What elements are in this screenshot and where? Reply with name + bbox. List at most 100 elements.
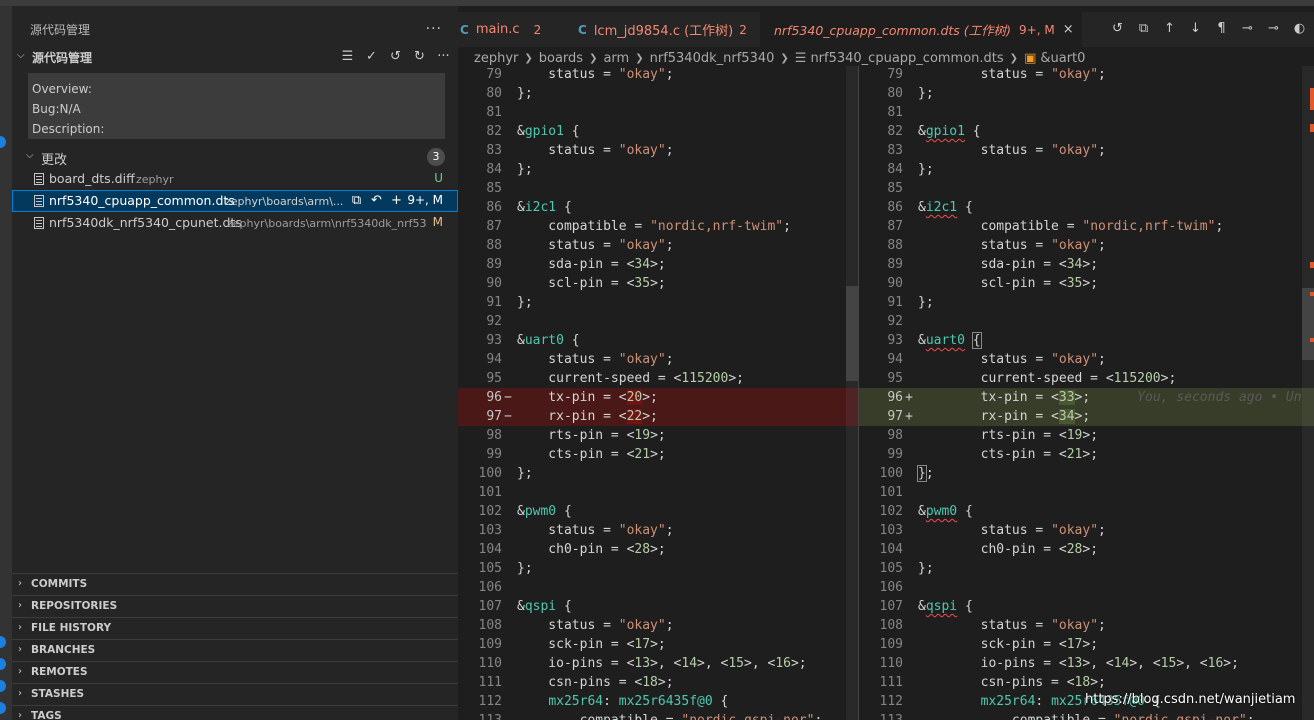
deleted-line[interactable]: 97− rx-pin = <22>; [458, 407, 858, 426]
chevron-right-icon[interactable]: › [18, 688, 22, 699]
added-line[interactable]: 97 + rx-pin = <34>; [859, 407, 1314, 426]
code-line[interactable]: 102 &pwm0 { [458, 502, 858, 521]
panel-remotes[interactable]: › REMOTES [12, 661, 458, 683]
code-line[interactable]: 89 sda-pin = <34>; [859, 255, 1314, 274]
code-line[interactable]: 100}; [458, 464, 858, 483]
code-line[interactable]: 91}; [859, 293, 1314, 312]
diff-modified-pane[interactable]: 79 status = "okay"; 80}; 81 82 &gpio1 {83 st… [859, 66, 1314, 720]
code-line[interactable]: 111 csn-pins = <18>; [458, 673, 858, 692]
changed-file-item[interactable]: board_dts.diff zephyr U [12, 168, 458, 190]
code-line[interactable]: 82 &gpio1 { [859, 122, 1314, 141]
code-line[interactable]: 88 status = "okay"; [458, 236, 858, 255]
code-line[interactable]: 99 cts-pin = <21>; [859, 445, 1314, 464]
pilcrow-icon[interactable]: ¶ [1213, 21, 1230, 36]
code-line[interactable]: 99 cts-pin = <21>; [458, 445, 858, 464]
git-commit-icon[interactable]: ⊸ [1265, 21, 1282, 36]
chevron-right-icon[interactable]: › [18, 666, 22, 677]
code-line[interactable]: 109 sck-pin = <17>; [458, 635, 858, 654]
code-line[interactable]: 103 status = "okay"; [859, 521, 1314, 540]
chevron-right-icon[interactable]: › [18, 710, 22, 720]
git-commit-icon[interactable]: ⊸ [1239, 21, 1256, 36]
code-line[interactable]: 113 compatible = "nordic,qspi-nor"; [859, 711, 1314, 720]
arrow-down-icon[interactable]: ↓ [1187, 21, 1204, 36]
code-line[interactable]: 106 [859, 578, 1314, 597]
code-line[interactable]: 104 ch0-pin = <28>; [859, 540, 1314, 559]
chevron-right-icon[interactable]: › [18, 644, 22, 655]
code-line[interactable]: 92 [859, 312, 1314, 331]
code-line[interactable]: 81 [859, 103, 1314, 122]
code-line[interactable]: 86 &i2c1 { [859, 198, 1314, 217]
history-icon[interactable]: ↺ [387, 48, 404, 65]
code-line[interactable]: 110 io-pins = <13>, <14>, <15>, <16>; [859, 654, 1314, 673]
panel-file-history[interactable]: › FILE HISTORY [12, 617, 458, 639]
refresh-icon[interactable]: ↻ [411, 48, 428, 65]
code-line[interactable]: 86 &i2c1 { [458, 198, 858, 217]
changed-file-item[interactable]: nrf5340dk_nrf5340_cpunet.dts zephyr\boar… [12, 212, 458, 234]
code-line[interactable]: 83 status = "okay"; [458, 141, 858, 160]
open-file-icon[interactable]: ⧉ [349, 193, 364, 208]
deleted-line[interactable]: 96− tx-pin = <20>; [458, 388, 858, 407]
code-line[interactable]: 94 status = "okay"; [859, 350, 1314, 369]
code-line[interactable]: 87 compatible = "nordic,nrf-twim"; [859, 217, 1314, 236]
breadcrumb-item[interactable]: &uart0 [1040, 51, 1085, 66]
commit-message-input[interactable]: Overview: Bug:N/A Description: [28, 73, 445, 139]
code-line[interactable]: 109 sck-pin = <17>; [859, 635, 1314, 654]
code-line[interactable]: 100}; [859, 464, 1314, 483]
chevron-down-icon[interactable]: ⌵ [17, 50, 25, 61]
code-line[interactable]: 95 current-speed = <115200>; [859, 369, 1314, 388]
panel-tags[interactable]: › TAGS [12, 705, 458, 720]
scrollbar-thumb[interactable] [1302, 288, 1314, 360]
source-control-section-header[interactable]: ⌵ 源代码管理 ☰ ✓ ↺ ↻ ··· [12, 46, 458, 68]
code-line[interactable]: 90 scl-pin = <35>; [859, 274, 1314, 293]
arrow-up-icon[interactable]: ↑ [1161, 21, 1178, 36]
discard-changes-icon[interactable]: ↶ [369, 193, 384, 208]
code-line[interactable]: 88 status = "okay"; [859, 236, 1314, 255]
close-icon[interactable]: × [1063, 22, 1074, 37]
diff-original-pane[interactable]: 79 status = "okay"; 80}; 81 82 &gpio1 {83 st… [458, 66, 858, 720]
code-line[interactable]: 111 csn-pins = <18>; [859, 673, 1314, 692]
stage-changes-icon[interactable]: + [389, 193, 404, 208]
more-actions-icon[interactable]: ··· [435, 48, 452, 65]
code-line[interactable]: 80}; [458, 84, 858, 103]
code-line[interactable]: 85 [859, 179, 1314, 198]
view-as-tree-icon[interactable]: ☰ [339, 48, 356, 65]
code-line[interactable]: 84}; [859, 160, 1314, 179]
git-compare-icon[interactable]: ◐ [1291, 21, 1308, 36]
panel-commits[interactable]: › COMMITS [12, 573, 458, 595]
code-line[interactable]: 93 &uart0 { [859, 331, 1314, 350]
breadcrumb-item[interactable]: nrf5340dk_nrf5340 [650, 51, 775, 66]
code-line[interactable]: 82 &gpio1 { [458, 122, 858, 141]
scrollbar-thumb[interactable] [846, 286, 858, 381]
chevron-down-icon[interactable]: ⌵ [26, 150, 34, 161]
code-line[interactable]: 106 [458, 578, 858, 597]
code-line[interactable]: 101 [458, 483, 858, 502]
code-line[interactable]: 107 &qspi { [859, 597, 1314, 616]
history-icon[interactable]: ↺ [1109, 21, 1126, 36]
code-line[interactable]: 107 &qspi { [458, 597, 858, 616]
code-line[interactable]: 105}; [458, 559, 858, 578]
changed-file-item-selected[interactable]: nrf5340_cpuapp_common.dts zephyr\boards\… [12, 190, 458, 212]
chevron-right-icon[interactable]: › [18, 578, 22, 589]
code-line[interactable]: 110 io-pins = <13>, <14>, <15>, <16>; [458, 654, 858, 673]
code-line[interactable]: 92 [458, 312, 858, 331]
added-line[interactable]: 96 + tx-pin = <33>; You, seconds ago • Un [859, 388, 1314, 407]
code-line[interactable]: 90 scl-pin = <35>; [458, 274, 858, 293]
code-line[interactable]: 98 rts-pin = <19>; [458, 426, 858, 445]
code-line[interactable]: 93 &uart0 { [458, 331, 858, 350]
code-line[interactable]: 89 sda-pin = <34>; [458, 255, 858, 274]
code-line[interactable]: 103 status = "okay"; [458, 521, 858, 540]
code-line[interactable]: 79 status = "okay"; [458, 66, 858, 84]
code-line[interactable]: 80}; [859, 84, 1314, 103]
code-line[interactable]: 104 ch0-pin = <28>; [458, 540, 858, 559]
changes-group-header[interactable]: ⌵ 更改 3 [12, 146, 458, 168]
vertical-scrollbar[interactable] [1302, 66, 1314, 720]
panel-stashes[interactable]: › STASHES [12, 683, 458, 705]
breadcrumb-item[interactable]: zephyr [474, 51, 518, 66]
commit-check-icon[interactable]: ✓ [363, 48, 380, 65]
code-line[interactable]: 81 [458, 103, 858, 122]
code-line[interactable]: 84}; [458, 160, 858, 179]
code-line[interactable]: 105}; [859, 559, 1314, 578]
code-line[interactable]: 85 [458, 179, 858, 198]
code-line[interactable]: 87 compatible = "nordic,nrf-twim"; [458, 217, 858, 236]
code-line[interactable]: 108 status = "okay"; [859, 616, 1314, 635]
